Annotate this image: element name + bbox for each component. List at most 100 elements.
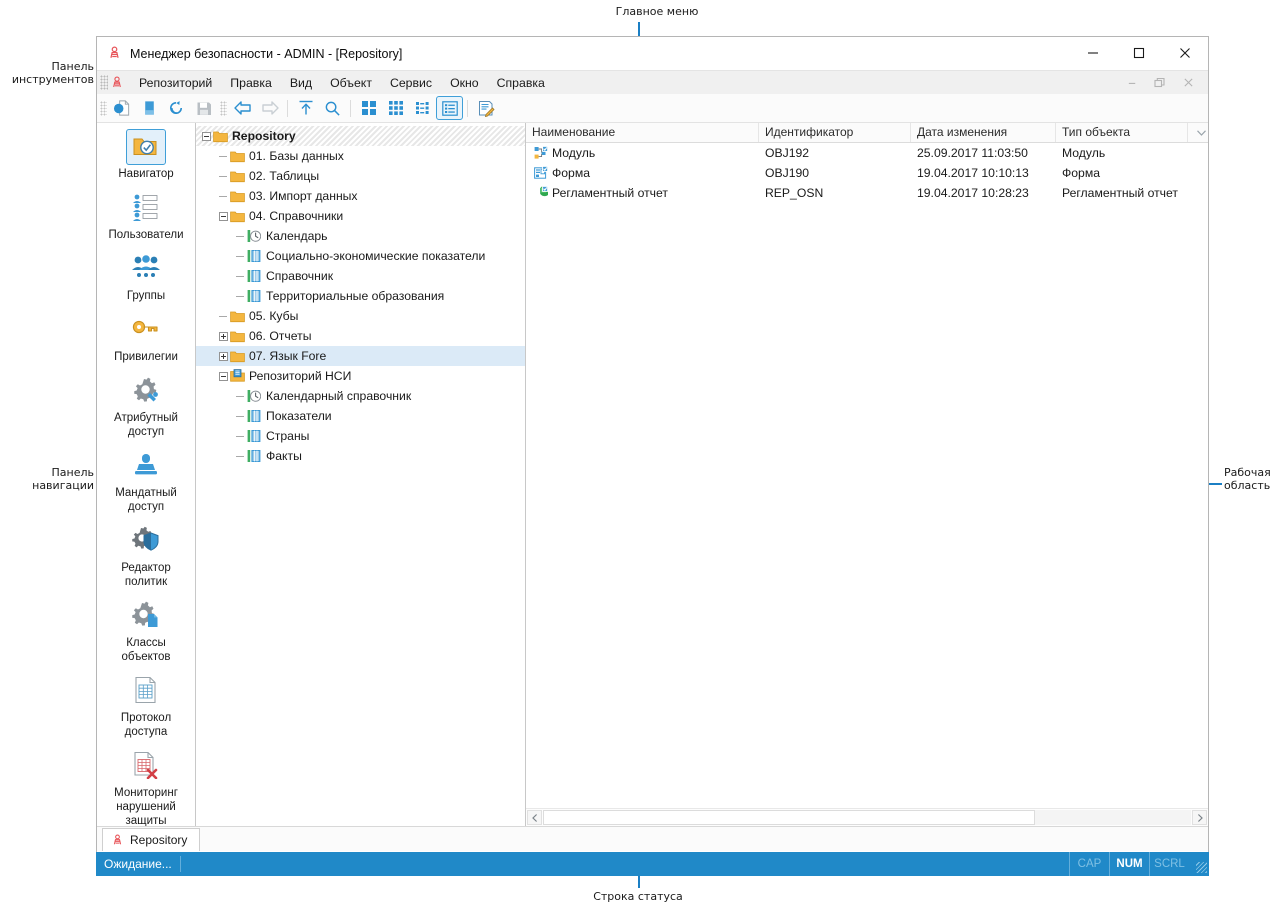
tree-node[interactable]: Территориальные образования <box>196 286 525 306</box>
save-icon[interactable] <box>190 96 217 120</box>
menu-item-edit[interactable]: Правка <box>221 73 281 93</box>
status-bar: Ожидание... CAP NUM SCRL <box>96 852 1209 876</box>
tree-expand-toggle[interactable] <box>219 351 228 361</box>
nav-item-navigator[interactable]: Навигатор <box>97 129 195 181</box>
table-row[interactable]: Модуль OBJ192 25.09.2017 11:03:50 Модуль <box>526 143 1208 163</box>
toolbar-gripper-2[interactable] <box>220 100 227 116</box>
annotation-status-label: Строка статуса <box>593 890 683 903</box>
tree-node-label: 06. Отчеты <box>249 329 312 343</box>
tree-node[interactable]: Репозиторий НСИ <box>196 366 525 386</box>
cell-type: Модуль <box>1062 146 1106 160</box>
column-header-type[interactable]: Тип объекта <box>1056 123 1188 142</box>
annotation-work-label-2: область <box>1224 479 1271 492</box>
column-header-name[interactable]: Наименование <box>526 123 759 142</box>
scrollbar-thumb[interactable] <box>543 810 1036 825</box>
tree-node[interactable]: 05. Кубы <box>196 306 525 326</box>
scroll-left-button[interactable] <box>527 810 542 825</box>
level-up-icon[interactable] <box>292 96 319 120</box>
tree-node[interactable]: Страны <box>196 426 525 446</box>
close-button[interactable] <box>1162 37 1208 69</box>
nav-item-mandatory-access[interactable]: Мандатный доступ <box>97 446 195 514</box>
search-icon[interactable] <box>319 96 346 120</box>
column-header-identifier[interactable]: Идентификатор <box>759 123 911 142</box>
tree-node[interactable]: Факты <box>196 446 525 466</box>
tree-node-label: Справочник <box>266 269 334 283</box>
open-object-icon[interactable] <box>136 96 163 120</box>
nav-item-object-classes-label: Классы объектов <box>121 637 171 663</box>
menu-item-object[interactable]: Объект <box>321 73 381 93</box>
scroll-right-button[interactable] <box>1192 810 1207 825</box>
menu-item-service[interactable]: Сервис <box>381 73 441 93</box>
object-classes-icon <box>125 596 167 634</box>
tree-connector <box>236 455 244 457</box>
mdi-close-button[interactable] <box>1174 73 1202 93</box>
tree-node[interactable]: 01. Базы данных <box>196 146 525 166</box>
tree-connector <box>236 235 244 237</box>
scrollbar-track[interactable] <box>543 810 1191 825</box>
new-object-icon[interactable] <box>109 96 136 120</box>
refresh-icon[interactable] <box>163 96 190 120</box>
column-chooser-button[interactable] <box>1188 123 1208 142</box>
nav-item-object-classes[interactable]: Классы объектов <box>97 596 195 664</box>
horizontal-scrollbar[interactable] <box>526 808 1208 826</box>
cell-modified: 19.04.2017 10:28:23 <box>917 186 1029 200</box>
tree-node[interactable]: 03. Импорт данных <box>196 186 525 206</box>
annotation-status-line: Строка статуса <box>578 890 698 903</box>
tree-node[interactable]: Социально-экономические показатели <box>196 246 525 266</box>
tree-node[interactable]: Календарный справочник <box>196 386 525 406</box>
edit-properties-icon[interactable] <box>472 96 499 120</box>
view-details-icon[interactable] <box>436 96 463 120</box>
tree-collapse-toggle[interactable] <box>202 131 211 141</box>
mdi-minimize-button[interactable] <box>1118 73 1146 93</box>
nav-item-groups[interactable]: Группы <box>97 249 195 303</box>
minimize-button[interactable] <box>1070 37 1116 69</box>
view-small-icons-icon[interactable] <box>382 96 409 120</box>
view-list-icon[interactable] <box>409 96 436 120</box>
dictionary-icon <box>245 269 263 283</box>
tree-node[interactable]: 06. Отчеты <box>196 326 525 346</box>
nav-item-privileges[interactable]: Привилегии <box>97 310 195 364</box>
menu-item-help[interactable]: Справка <box>488 73 554 93</box>
nav-item-users[interactable]: Пользователи <box>97 188 195 242</box>
repository-tree[interactable]: Repository 01. Базы данных 02. Таблицы 03. … <box>196 123 526 826</box>
nav-item-access-log[interactable]: Протокол доступа <box>97 671 195 739</box>
tab-repository[interactable]: Repository <box>102 828 201 851</box>
nav-item-policy-editor[interactable]: Редактор политик <box>97 521 195 589</box>
tree-node[interactable]: Календарь <box>196 226 525 246</box>
nav-item-violation-monitor[interactable]: Мониторинг нарушений защиты <box>97 746 195 826</box>
nav-item-attribute-access[interactable]: Атрибутный доступ <box>97 371 195 439</box>
tree-node[interactable]: Repository <box>196 126 525 146</box>
toolbar-separator-1 <box>287 99 288 117</box>
tree-collapse-toggle[interactable] <box>219 371 228 381</box>
annotation-nav-panel: Панель навигации <box>2 466 94 492</box>
toolbar-gripper[interactable] <box>100 100 107 116</box>
tree-expand-toggle[interactable] <box>219 331 228 341</box>
view-large-icons-icon[interactable] <box>355 96 382 120</box>
tree-collapse-toggle[interactable] <box>219 211 228 221</box>
back-arrow-icon[interactable] <box>229 96 256 120</box>
annotation-nav-label-1: Панель <box>51 466 95 479</box>
table-row[interactable]: Регламентный отчет REP_OSN 19.04.2017 10:2… <box>526 183 1208 203</box>
tree-connector <box>236 255 244 257</box>
mdi-restore-button[interactable] <box>1146 73 1174 93</box>
tree-node[interactable]: 07. Язык Fore <box>196 346 525 366</box>
menu-item-repository[interactable]: Репозиторий <box>130 73 221 93</box>
maximize-button[interactable] <box>1116 37 1162 69</box>
menu-gripper[interactable] <box>100 75 108 90</box>
column-header-modified[interactable]: Дата изменения <box>911 123 1056 142</box>
nav-item-access-log-label: Протокол доступа <box>120 712 172 738</box>
tree-node[interactable]: 02. Таблицы <box>196 166 525 186</box>
folder-icon <box>228 350 246 363</box>
cell-name-label: Форма <box>552 166 590 180</box>
table-row[interactable]: Форма OBJ190 19.04.2017 10:10:13 Форма <box>526 163 1208 183</box>
cell-name: Модуль <box>526 146 759 160</box>
tree-node[interactable]: Справочник <box>196 266 525 286</box>
menu-item-view[interactable]: Вид <box>281 73 321 93</box>
resize-grip[interactable] <box>1193 852 1209 876</box>
list-view-body[interactable]: Модуль OBJ192 25.09.2017 11:03:50 Модуль Фор… <box>526 143 1208 808</box>
menu-item-window[interactable]: Окно <box>441 73 488 93</box>
status-indicators: CAP NUM SCRL <box>1069 852 1209 876</box>
forward-arrow-icon[interactable] <box>256 96 283 120</box>
tree-node[interactable]: 04. Справочники <box>196 206 525 226</box>
tree-node[interactable]: Показатели <box>196 406 525 426</box>
